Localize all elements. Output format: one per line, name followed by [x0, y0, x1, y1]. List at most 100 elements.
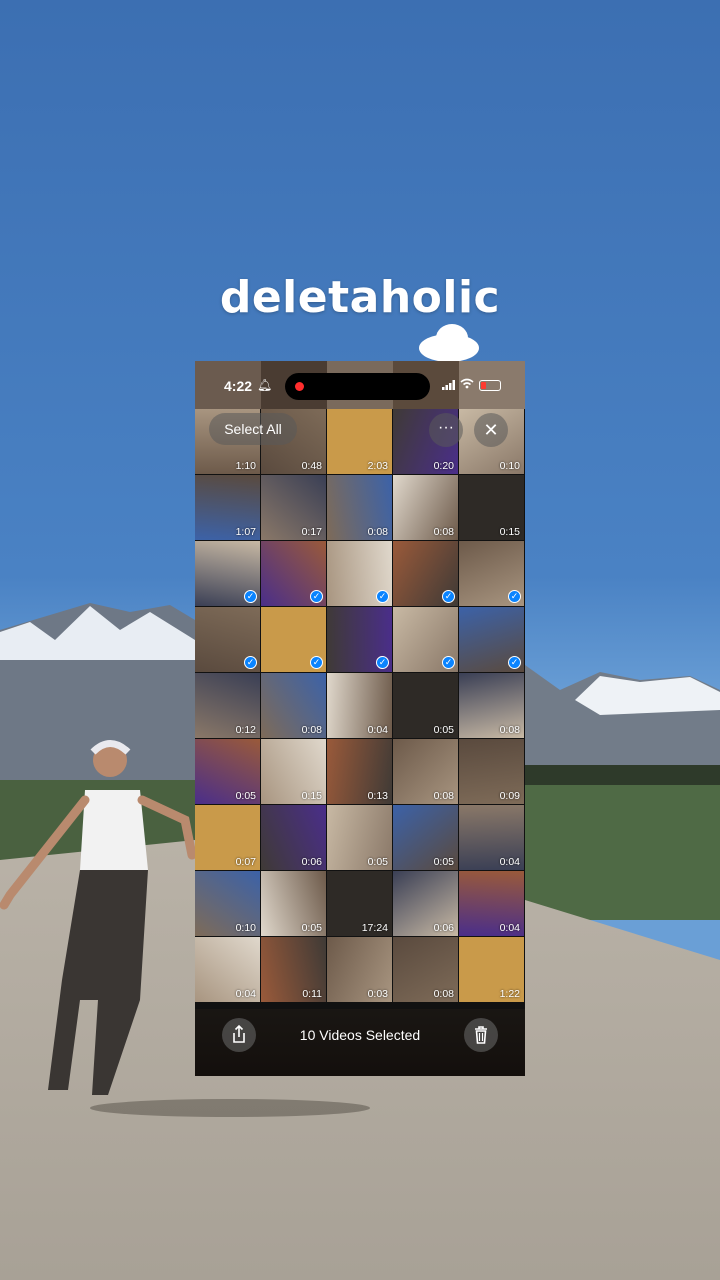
- video-thumbnail[interactable]: 0:15: [261, 739, 326, 804]
- video-duration: 0:05: [433, 856, 454, 868]
- signal-icon: [442, 380, 455, 390]
- video-duration: 0:05: [301, 922, 322, 934]
- video-thumbnail[interactable]: ✓: [261, 541, 326, 606]
- video-thumbnail[interactable]: 0:08: [327, 475, 392, 540]
- video-thumbnail[interactable]: 0:17: [261, 475, 326, 540]
- video-duration: 0:15: [499, 526, 520, 538]
- video-thumbnail[interactable]: ✓: [459, 607, 524, 672]
- video-thumbnail[interactable]: 0:10: [195, 871, 260, 936]
- video-thumbnail[interactable]: 0:07: [195, 805, 260, 870]
- selected-check-icon: ✓: [310, 590, 323, 603]
- video-thumbnail[interactable]: ✓: [195, 607, 260, 672]
- video-duration: 0:06: [301, 856, 322, 868]
- video-duration: 0:08: [499, 724, 520, 736]
- dynamic-island: [285, 373, 430, 400]
- video-thumbnail[interactable]: 0:08: [459, 673, 524, 738]
- video-duration: 17:24: [361, 922, 388, 934]
- video-duration: 1:22: [499, 988, 520, 1000]
- video-duration: 0:05: [433, 724, 454, 736]
- video-duration: 0:48: [301, 460, 322, 472]
- video-duration: 0:04: [235, 988, 256, 1000]
- selected-check-icon: ✓: [244, 590, 257, 603]
- video-thumbnail[interactable]: ✓: [261, 607, 326, 672]
- video-duration: 0:09: [499, 790, 520, 802]
- video-duration: 0:04: [499, 856, 520, 868]
- video-duration: 0:08: [433, 526, 454, 538]
- video-thumbnail[interactable]: ✓: [393, 607, 458, 672]
- caption-text: deletaholic: [219, 272, 501, 323]
- video-duration: 0:08: [433, 790, 454, 802]
- phone-screenshot: 4:22 🔔︎ 1:10 0:48 2:03 0:20 0:10 1:07 0:17 0:08…: [195, 361, 525, 1076]
- video-thumbnail[interactable]: 0:05: [393, 673, 458, 738]
- video-thumbnail[interactable]: 0:05: [327, 805, 392, 870]
- more-options-icon[interactable]: ···: [429, 413, 463, 447]
- video-duration: 0:08: [301, 724, 322, 736]
- video-duration: 0:05: [367, 856, 388, 868]
- video-thumbnail[interactable]: ✓: [327, 607, 392, 672]
- selected-check-icon: ✓: [508, 656, 521, 669]
- video-thumbnail[interactable]: 0:11: [261, 937, 326, 1002]
- video-thumbnail[interactable]: 0:09: [459, 739, 524, 804]
- video-thumbnail[interactable]: 0:06: [261, 805, 326, 870]
- status-time: 4:22: [224, 378, 253, 394]
- video-thumbnail[interactable]: 0:03: [327, 937, 392, 1002]
- video-thumbnail[interactable]: 0:15: [459, 475, 524, 540]
- selection-count-label: 10 Videos Selected: [299, 1027, 421, 1043]
- video-duration: 0:08: [367, 526, 388, 538]
- close-icon[interactable]: ✕: [474, 413, 508, 447]
- video-thumbnail[interactable]: ✓: [195, 541, 260, 606]
- selected-check-icon: ✓: [310, 656, 323, 669]
- video-duration: 0:10: [235, 922, 256, 934]
- video-thumbnail[interactable]: 1:07: [195, 475, 260, 540]
- video-thumbnail[interactable]: 2:03: [327, 409, 392, 474]
- video-duration: 0:08: [433, 988, 454, 1000]
- video-duration: 0:10: [499, 460, 520, 472]
- video-thumbnail[interactable]: 0:04: [459, 871, 524, 936]
- video-duration: 0:13: [367, 790, 388, 802]
- video-thumbnail[interactable]: 0:04: [327, 673, 392, 738]
- video-thumbnail[interactable]: 0:12: [195, 673, 260, 738]
- video-thumbnail[interactable]: 1:22: [459, 937, 524, 1002]
- video-thumbnail[interactable]: 0:05: [393, 805, 458, 870]
- video-thumbnail[interactable]: 0:08: [261, 673, 326, 738]
- video-duration: 0:17: [301, 526, 322, 538]
- video-duration: 0:05: [235, 790, 256, 802]
- bottom-toolbar: 10 Videos Selected: [195, 1009, 525, 1076]
- video-duration: 0:12: [235, 724, 256, 736]
- video-duration: 0:06: [433, 922, 454, 934]
- selected-check-icon: ✓: [442, 590, 455, 603]
- trash-icon[interactable]: [464, 1018, 498, 1052]
- wifi-icon: [460, 378, 474, 392]
- video-thumbnail[interactable]: 0:13: [327, 739, 392, 804]
- video-thumbnail[interactable]: 17:24: [327, 871, 392, 936]
- video-thumbnail[interactable]: ✓: [327, 541, 392, 606]
- video-duration: 0:11: [302, 988, 322, 1000]
- video-thumbnail[interactable]: ✓: [393, 541, 458, 606]
- share-icon[interactable]: [222, 1018, 256, 1052]
- selected-check-icon: ✓: [376, 590, 389, 603]
- selected-check-icon: ✓: [244, 656, 257, 669]
- cloud-icon: [419, 324, 479, 362]
- video-duration: 0:15: [301, 790, 322, 802]
- video-thumbnail[interactable]: 0:04: [459, 805, 524, 870]
- selected-check-icon: ✓: [442, 656, 455, 669]
- selected-check-icon: ✓: [376, 656, 389, 669]
- select-all-button[interactable]: Select All: [209, 413, 297, 445]
- video-thumbnail[interactable]: 0:04: [195, 937, 260, 1002]
- video-thumbnail[interactable]: 0:05: [195, 739, 260, 804]
- video-thumbnail[interactable]: 0:08: [393, 937, 458, 1002]
- video-duration: 0:20: [433, 460, 454, 472]
- video-thumbnail[interactable]: 0:08: [393, 739, 458, 804]
- video-thumbnail[interactable]: 0:05: [261, 871, 326, 936]
- video-thumbnail[interactable]: 0:08: [393, 475, 458, 540]
- status-bar: 4:22 🔔︎: [195, 361, 525, 411]
- bell-icon: 🔔︎: [257, 378, 273, 392]
- recording-indicator-icon: [295, 382, 304, 391]
- video-duration: 1:07: [235, 526, 256, 538]
- selected-check-icon: ✓: [508, 590, 521, 603]
- video-duration: 2:03: [367, 460, 388, 472]
- video-duration: 0:07: [235, 856, 256, 868]
- video-thumbnail[interactable]: 0:06: [393, 871, 458, 936]
- video-duration: 1:10: [235, 460, 256, 472]
- video-thumbnail[interactable]: ✓: [459, 541, 524, 606]
